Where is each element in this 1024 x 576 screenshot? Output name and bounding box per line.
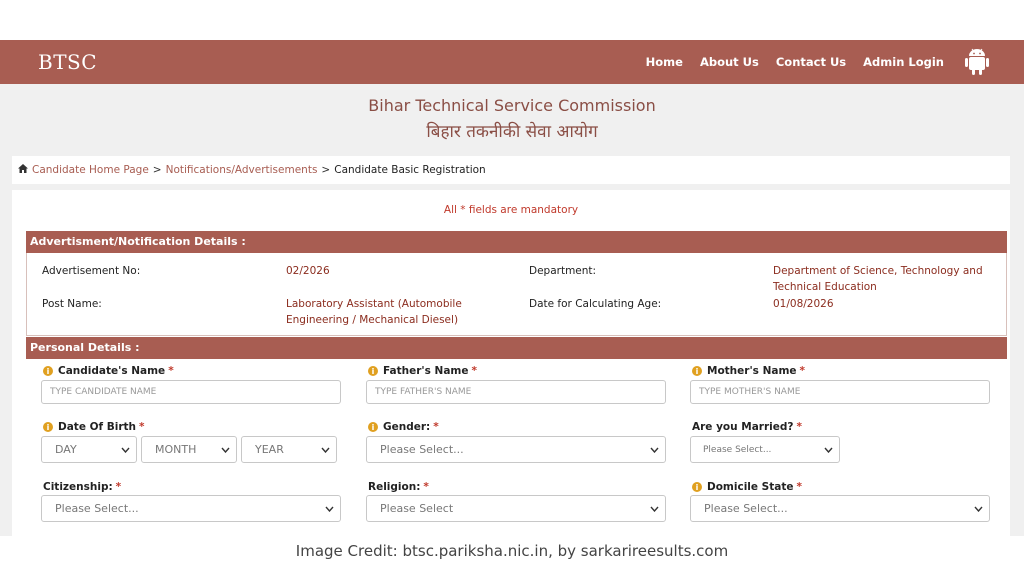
chevron-down-icon bbox=[649, 504, 659, 514]
info-icon[interactable]: i bbox=[692, 366, 702, 376]
married-label: Are you Married? * bbox=[692, 421, 802, 433]
candidate-name-label: i Candidate's Name * bbox=[43, 365, 174, 377]
domicile-select[interactable]: Please Select... bbox=[690, 495, 990, 522]
info-icon[interactable]: i bbox=[43, 366, 53, 376]
dob-year-select[interactable]: YEAR bbox=[241, 436, 337, 463]
breadcrumb-separator: > bbox=[321, 164, 331, 176]
info-icon[interactable]: i bbox=[692, 482, 702, 492]
nav-home[interactable]: Home bbox=[646, 55, 683, 69]
nav-about-us[interactable]: About Us bbox=[700, 55, 759, 69]
top-navbar: BTSC Home About Us Contact Us Admin Logi… bbox=[0, 40, 1024, 84]
domicile-label: i Domicile State * bbox=[692, 481, 802, 493]
breadcrumb-separator: > bbox=[152, 164, 162, 176]
commission-title-english: Bihar Technical Service Commission bbox=[368, 96, 656, 115]
chevron-down-icon bbox=[973, 504, 983, 514]
father-name-label: i Father's Name * bbox=[368, 365, 477, 377]
father-name-input[interactable] bbox=[366, 380, 666, 404]
info-icon[interactable]: i bbox=[368, 422, 378, 432]
site-logo[interactable]: BTSC bbox=[38, 50, 97, 74]
advert-section-header: Advertisment/Notification Details : bbox=[26, 231, 1007, 253]
dob-label: i Date Of Birth * bbox=[43, 421, 145, 433]
adv-no-label: Advertisement No: bbox=[42, 265, 141, 277]
info-icon[interactable]: i bbox=[368, 366, 378, 376]
breadcrumb-notifications[interactable]: Notifications/Advertisements bbox=[166, 164, 318, 176]
post-name-value: Laboratory Assistant (Automobile Enginee… bbox=[286, 298, 462, 326]
candidate-name-input[interactable] bbox=[41, 380, 341, 404]
gender-label: i Gender: * bbox=[368, 421, 439, 433]
dob-day-select[interactable]: DAY bbox=[41, 436, 137, 463]
married-select[interactable]: Please Select... bbox=[690, 436, 840, 463]
chevron-down-icon bbox=[120, 445, 130, 455]
registration-form-panel: All * fields are mandatory Advertisment/… bbox=[12, 190, 1010, 536]
nav-admin-login[interactable]: Admin Login bbox=[863, 55, 944, 69]
home-icon bbox=[18, 164, 28, 176]
mother-name-input[interactable] bbox=[690, 380, 990, 404]
screenshot-area: BTSC Home About Us Contact Us Admin Logi… bbox=[0, 40, 1024, 536]
chevron-down-icon bbox=[320, 445, 330, 455]
religion-label: Religion: * bbox=[368, 481, 429, 493]
dob-month-select[interactable]: MONTH bbox=[141, 436, 237, 463]
citizenship-select[interactable]: Please Select... bbox=[41, 495, 341, 522]
age-date-value: 01/08/2026 bbox=[773, 298, 834, 310]
commission-title-hindi: बिहार तकनीकी सेवा आयोग bbox=[426, 122, 598, 142]
chevron-down-icon bbox=[823, 445, 833, 455]
info-icon[interactable]: i bbox=[43, 422, 53, 432]
department-label: Department: bbox=[529, 265, 597, 277]
post-name-label: Post Name: bbox=[42, 298, 102, 310]
nav-links: Home About Us Contact Us Admin Login bbox=[629, 47, 990, 77]
advert-section-body: Advertisement No: 02/2026 Department: De… bbox=[26, 253, 1007, 336]
mother-name-label: i Mother's Name * bbox=[692, 365, 805, 377]
chevron-down-icon bbox=[324, 504, 334, 514]
gender-select[interactable]: Please Select... bbox=[366, 436, 666, 463]
religion-select[interactable]: Please Select bbox=[366, 495, 666, 522]
breadcrumb-candidate-home[interactable]: Candidate Home Page bbox=[32, 164, 149, 176]
chevron-down-icon bbox=[649, 445, 659, 455]
chevron-down-icon bbox=[220, 445, 230, 455]
breadcrumb: Candidate Home Page > Notifications/Adve… bbox=[12, 156, 1010, 184]
android-icon[interactable] bbox=[964, 47, 990, 77]
mandatory-note: All * fields are mandatory bbox=[443, 204, 579, 216]
age-date-label: Date for Calculating Age: bbox=[529, 298, 662, 310]
page-header: Bihar Technical Service Commission बिहार… bbox=[0, 84, 1024, 156]
department-value: Department of Science, Technology and Te… bbox=[773, 265, 983, 293]
personal-section-header: Personal Details : bbox=[26, 337, 1007, 359]
breadcrumb-current: Candidate Basic Registration bbox=[334, 164, 486, 176]
adv-no-value: 02/2026 bbox=[286, 265, 330, 277]
image-credit: Image Credit: btsc.pariksha.nic.in, by s… bbox=[295, 542, 729, 560]
nav-contact-us[interactable]: Contact Us bbox=[776, 55, 846, 69]
citizenship-label: Citizenship: * bbox=[43, 481, 122, 493]
